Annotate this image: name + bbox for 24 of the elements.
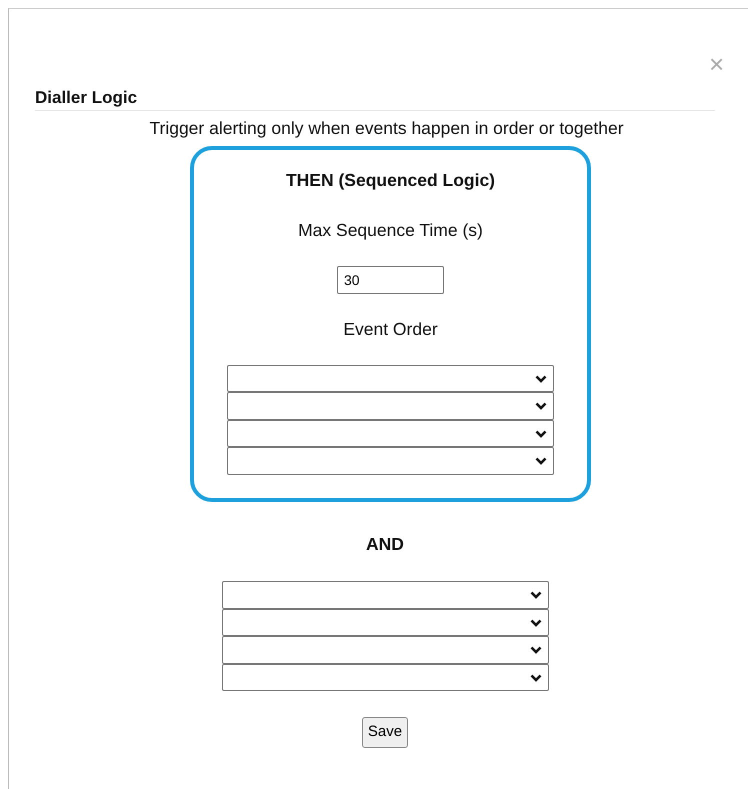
caret-icon	[530, 591, 542, 599]
caret-icon	[535, 457, 547, 465]
dialog-title: Dialler Logic	[35, 87, 138, 109]
dropdown-field[interactable]	[227, 447, 554, 475]
section-heading: THEN (Sequenced Logic)	[286, 169, 496, 192]
field-label: Event Order	[343, 318, 438, 340]
caret-icon	[530, 618, 542, 626]
time-input[interactable]: 30	[337, 266, 444, 294]
field-label: Max Sequence Time (s)	[298, 219, 483, 242]
caret-icon	[535, 402, 547, 410]
caret-icon	[535, 430, 547, 438]
caret-icon	[530, 646, 542, 654]
caret-icon	[535, 374, 547, 382]
dropdown-field[interactable]	[227, 420, 554, 448]
dropdown-field[interactable]	[222, 581, 548, 609]
dropdown-field[interactable]	[222, 636, 548, 664]
section-heading: AND	[366, 533, 404, 556]
caret-icon	[530, 674, 542, 682]
dropdown-field[interactable]	[222, 664, 548, 692]
description-text: Trigger alerting only when events happen in order or together	[148, 117, 625, 140]
dropdown-field[interactable]	[227, 392, 554, 420]
dropdown-field[interactable]	[222, 608, 548, 636]
save-button[interactable]: Save	[362, 717, 408, 748]
dropdown-field[interactable]	[227, 364, 554, 392]
